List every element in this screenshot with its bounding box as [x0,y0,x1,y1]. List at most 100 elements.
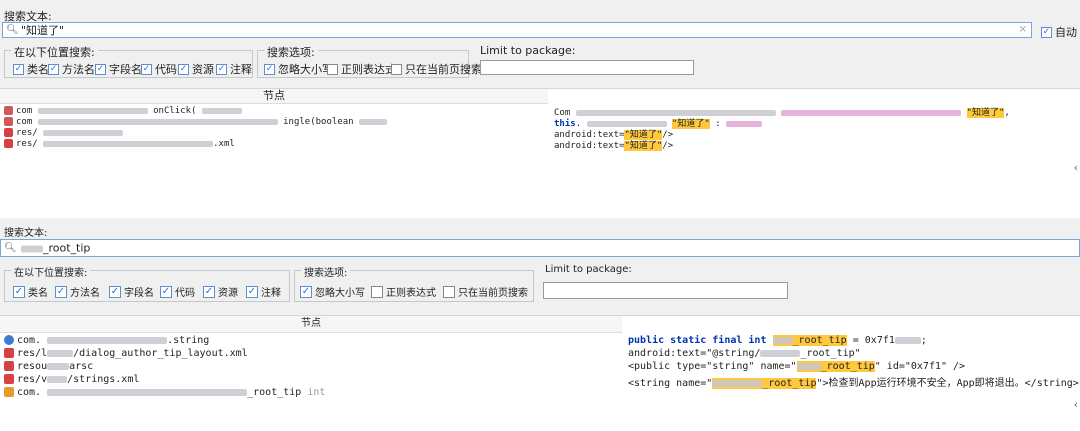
checkbox-label: 类名 [28,288,48,299]
checkbox-ignore-case[interactable]: ✓ 忽略大小写 [264,61,333,77]
package-group-title: Limit to package: [477,44,579,57]
search-panel-2: 搜索文本: 🔍︎ _root_tip 在以下位置搜索: ✓ 类名 ✓ 方法名 ✓ 字段… [0,218,1080,431]
result-row[interactable]: res/l/dialog_author_tip_layout.xml [4,348,248,359]
chevron-left-icon[interactable]: ‹ [1074,398,1078,411]
checkbox-class-name[interactable]: ✓ 类名 [13,284,48,299]
checkbox-field-name[interactable]: ✓ 字段名 [109,284,154,299]
redacted-text [781,109,962,116]
location-group-title: 在以下位置搜索: [11,44,98,60]
resource-icon [4,348,14,358]
checkbox-label: 类名 [27,63,49,76]
checkbox-label: 资源 [218,288,238,299]
auto-checkbox[interactable]: ✓ 自动 [1041,24,1077,40]
checkbox-label: 代码 [155,63,177,76]
checkbox-label: 只在当前页搜索 [405,63,482,76]
checkbox-label: 代码 [175,288,195,299]
package-input[interactable] [480,60,694,75]
checkbox-field-name[interactable]: ✓ 字段名 [95,61,142,77]
checkbox-ignore-case[interactable]: ✓ 忽略大小写 [300,284,365,299]
checkbox-regex[interactable]: 正则表达式 [327,61,396,77]
checkbox-icon: ✓ [203,285,215,298]
checkbox-class-name[interactable]: ✓ 类名 [13,61,49,77]
redacted-text [894,336,921,344]
redacted-text [47,336,168,344]
checkbox-resources[interactable]: ✓ 资源 [203,284,238,299]
checkbox-regex[interactable]: 正则表达式 [371,284,436,299]
resource-icon [4,139,13,148]
checkbox-icon: ✓ [95,63,106,75]
checkbox-label: 正则表达式 [341,63,396,76]
clear-icon[interactable]: ✕ [1019,25,1027,36]
checkbox-icon: ✓ [13,63,24,75]
field-icon [4,387,14,397]
resource-icon [4,361,14,371]
checkbox-comments[interactable]: ✓ 注释 [246,284,281,299]
options-group-title: 搜索选项: [301,264,351,279]
resource-icon [4,374,14,384]
result-row[interactable]: res/ [4,128,124,138]
result-row[interactable]: res/v/strings.xml [4,374,139,385]
redacted-text [586,120,667,127]
checkbox-icon: ✓ [246,285,258,298]
search-icon: 🔍︎ [4,242,17,254]
search-input[interactable]: 🔍︎ _root_tip [0,239,1080,257]
checkbox-icon: ✓ [109,285,121,298]
checkbox-code[interactable]: ✓ 代码 [141,61,177,77]
code-line: <string name=" _root_tip">检查到App运行环境不安全，A… [628,378,1079,389]
search-panel-1: 搜索文本: 🔍︎ "知道了" ✕ ✓ 自动 在以下位置搜索: ✓ 类名 ✓ 方法名 … [0,0,1080,176]
result-row[interactable]: resou arsc [4,361,93,372]
checkbox-current-page[interactable]: 只在当前页搜索 [391,61,482,77]
class-icon [4,106,13,115]
checkbox-icon: ✓ [216,63,227,75]
checkbox-label: 字段名 [109,63,142,76]
search-input-value: "知道了" [21,24,65,37]
checkbox-label: 注释 [230,63,252,76]
column-header-node: 节点 [0,316,622,333]
redacted-text [43,129,124,136]
redacted-text [358,118,387,125]
checkbox-label: 注释 [261,288,281,299]
search-input[interactable]: 🔍︎ "知道了" ✕ [2,22,1032,38]
checkbox-icon: ✓ [1041,26,1052,38]
result-row[interactable]: com ingle(boolean [4,117,387,127]
redacted-text [201,107,242,114]
checkbox-resources[interactable]: ✓ 资源 [178,61,214,77]
redacted-text [575,109,776,116]
chevron-left-icon[interactable]: ‹ [1074,161,1078,174]
search-input-value: _root_tip [21,242,90,255]
checkbox-code[interactable]: ✓ 代码 [160,284,195,299]
checkbox-icon: ✓ [178,63,189,75]
checkbox-label: 方法名 [62,63,95,76]
redacted-text [760,349,801,357]
checkbox-label: 资源 [192,63,214,76]
checkbox-icon: ✓ [13,285,25,298]
checkbox-icon: ✓ [264,63,275,75]
results-pane: 节点 com onClick( com ingle(boolean res/ r… [0,88,1080,176]
redacted-text [796,362,821,370]
checkbox-label: 正则表达式 [386,288,436,299]
result-row[interactable]: com onClick( [4,106,242,116]
checkbox-current-page[interactable]: 只在当前页搜索 [443,284,528,299]
redacted-text [47,349,74,357]
checkbox-method-name[interactable]: ✓ 方法名 [48,61,95,77]
resource-icon [4,128,13,137]
auto-label: 自动 [1055,26,1077,39]
checkbox-icon [391,63,402,75]
checkbox-icon: ✓ [300,285,312,298]
result-row[interactable]: com. .string [4,335,209,346]
code-line: android:text="知道了"/> [554,141,674,151]
checkbox-icon [371,285,383,298]
redacted-text [47,375,68,383]
result-row[interactable]: res/ .xml [4,139,235,149]
checkbox-label: 忽略大小写 [315,288,365,299]
checkbox-method-name[interactable]: ✓ 方法名 [55,284,100,299]
checkbox-icon [327,63,338,75]
package-input[interactable] [543,282,788,299]
checkbox-comments[interactable]: ✓ 注释 [216,61,252,77]
checkbox-icon: ✓ [48,63,59,75]
code-line: android:text="@string/_root_tip" [628,348,861,359]
result-row[interactable]: com. _root_tip int [4,387,325,398]
checkbox-label: 方法名 [70,288,100,299]
column-header-node: 节点 [0,89,548,104]
search-label: 搜索文本: [4,228,48,239]
